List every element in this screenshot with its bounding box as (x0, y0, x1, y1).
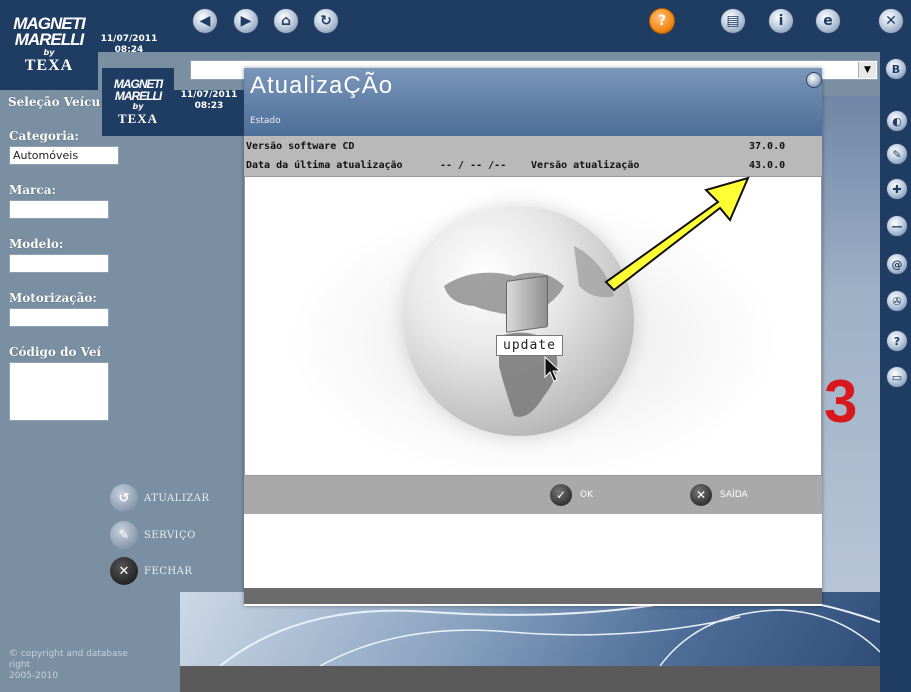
document-icon[interactable]: ▭ (886, 366, 908, 388)
web-icon[interactable]: e (815, 8, 841, 34)
exit-icon: ✕ (690, 484, 712, 506)
dialog-logo-marelli: MARELLI (114, 88, 162, 103)
home-icon[interactable]: ⌂ (273, 8, 299, 34)
back-icon[interactable]: ◀ (192, 8, 218, 34)
engine-field[interactable] (9, 308, 109, 327)
brand-label: Marca: (9, 183, 56, 197)
dialog-time: 08:23 (194, 101, 224, 111)
brand-info-icon[interactable]: B (885, 58, 907, 80)
folder-icon (506, 275, 548, 333)
mouse-cursor-icon (544, 355, 562, 386)
email-icon[interactable]: @ (886, 253, 908, 275)
update-tooltip: update (496, 335, 563, 356)
close-action[interactable]: ✕ FECHAR (110, 557, 192, 585)
dialog-subtitle: Estado (250, 116, 281, 126)
update-icon: ↺ (110, 484, 138, 512)
refresh-icon[interactable]: ↻ (313, 8, 339, 34)
service-action[interactable]: ✎ SERVIÇO (110, 521, 196, 549)
vehicle-code-label: Código do Veí (9, 345, 102, 359)
logo-texa: TEXA (24, 56, 74, 74)
category-label: Categoria: (9, 129, 79, 143)
wheel-icon[interactable]: ✚ (886, 178, 908, 200)
background-image (822, 96, 880, 596)
brand-field[interactable] (9, 200, 109, 219)
diagnosis-icon[interactable]: ? (886, 330, 908, 352)
header-datetime: 11/07/2011 08:24 (100, 34, 158, 56)
dialog-title: AtualizaÇÃo (250, 72, 394, 99)
dialog-minimize-icon[interactable] (806, 72, 822, 88)
update-version-label: Versão atualização (531, 160, 640, 171)
dialog-footer-bar (244, 588, 822, 604)
ok-button[interactable]: ✓ OK (550, 484, 593, 506)
close-icon[interactable]: ✕ (878, 8, 904, 34)
copyright-line-3: 2005-2010 (9, 671, 59, 681)
check-icon: ✓ (550, 484, 572, 506)
exit-label: SAÍDA (720, 490, 748, 500)
tools-icon[interactable]: ✎ (886, 143, 908, 165)
copyright-line-2: right (9, 660, 31, 670)
last-update-value: -- / -- /-- (440, 160, 507, 171)
model-label: Modelo: (9, 237, 64, 251)
highlight-arrow (600, 172, 760, 302)
close-action-label: FECHAR (144, 565, 193, 577)
header-time: 08:24 (114, 45, 144, 55)
print-icon[interactable]: ▤ (720, 8, 746, 34)
last-update-label: Data da última atualização (246, 160, 403, 171)
service-action-label: SERVIÇO (144, 529, 196, 541)
update-version-value: 43.0.0 (749, 160, 786, 171)
info-icon[interactable]: i (768, 8, 794, 34)
engine-label: Motorização: (9, 291, 97, 305)
background-red-mark: 3 (824, 368, 858, 435)
car-icon[interactable]: ◐ (886, 110, 908, 132)
software-version-value: 37.0.0 (749, 141, 786, 152)
minus-icon[interactable]: — (886, 215, 908, 237)
app-logo: MAGNETI MARELLI by TEXA (0, 0, 98, 90)
dialog-logo-by: by (132, 101, 144, 111)
update-action-label: ATUALIZAR (144, 492, 210, 504)
bottom-bar (180, 666, 880, 692)
header-date: 11/07/2011 (100, 34, 158, 44)
background-select-arrow[interactable]: ▼ (858, 62, 876, 78)
logo-marelli: MARELLI (14, 29, 85, 49)
category-field[interactable]: Automóveis (9, 146, 119, 165)
close-action-icon: ✕ (110, 557, 138, 585)
service-icon: ✎ (110, 521, 138, 549)
repair-icon[interactable]: ✇ (886, 290, 908, 312)
update-action[interactable]: ↺ ATUALIZAR (110, 484, 209, 512)
vehicle-code-field[interactable] (9, 362, 109, 421)
model-field[interactable] (9, 254, 109, 273)
copyright-line-1: © copyright and database (9, 649, 128, 659)
software-version-label: Versão software CD (246, 141, 355, 152)
dialog-logo: MAGNETI MARELLI by TEXA (102, 68, 174, 136)
ok-label: OK (580, 490, 593, 500)
dialog-logo-magneti: MAGNETI (113, 76, 163, 91)
dialog-datetime: 11/07/2011 08:23 (174, 90, 244, 136)
help-icon[interactable]: ? (649, 8, 675, 34)
dialog-logo-texa: TEXA (117, 110, 159, 126)
logo-by: by (43, 47, 55, 57)
dialog-date: 11/07/2011 (180, 90, 238, 100)
forward-icon[interactable]: ▶ (233, 8, 259, 34)
exit-button[interactable]: ✕ SAÍDA (690, 484, 748, 506)
copyright: © copyright and database right 2005-2010 (9, 649, 128, 682)
